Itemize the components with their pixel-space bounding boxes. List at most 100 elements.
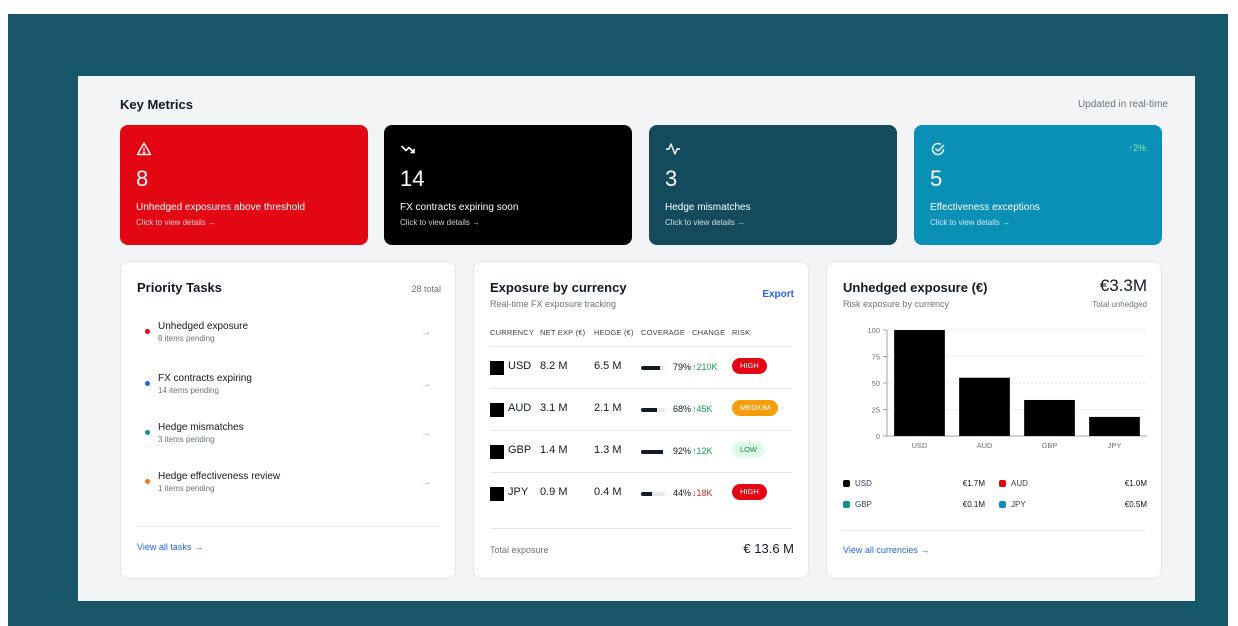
status-dot xyxy=(145,430,150,435)
task-count: 1 items pending xyxy=(158,484,215,493)
metric-label: Hedge mismatches xyxy=(665,202,751,213)
task-title: FX contracts expiring xyxy=(158,373,252,384)
task-count: 3 items pending xyxy=(158,435,215,444)
trend-badge: ↑2% xyxy=(1128,143,1146,153)
export-button[interactable]: Export xyxy=(762,289,794,300)
legend-swatch xyxy=(843,480,850,487)
check-circle-icon xyxy=(931,142,945,156)
task-item[interactable]: FX contracts expiring 14 items pending → xyxy=(137,371,439,411)
metric-details-link[interactable]: Click to view details → xyxy=(930,218,1010,227)
net-exposure: 3.1 M xyxy=(540,402,568,414)
divider xyxy=(843,530,1145,531)
dashboard-frame: Key Metrics Updated in real-time 8 Unhed… xyxy=(8,14,1228,626)
table-row[interactable]: GBP 1.4 M 1.3 M 92% ↑12K LOW xyxy=(490,432,793,472)
unhedged-exposure-card: Unhedged exposure (€) Risk exposure by c… xyxy=(826,261,1162,579)
table-row[interactable]: AUD 3.1 M 2.1 M 68% ↑45K MEDIUM xyxy=(490,390,793,430)
task-title: Hedge mismatches xyxy=(158,422,244,433)
coverage-bar-fill xyxy=(641,408,658,412)
legend-swatch xyxy=(999,480,1006,487)
hedge-value: 1.3 M xyxy=(594,444,622,456)
legend-item: AUD xyxy=(999,479,1028,488)
net-exposure: 0.9 M xyxy=(540,486,568,498)
key-metrics-title: Key Metrics xyxy=(120,97,193,112)
metric-card-unhedged[interactable]: 8 Unhedged exposures above threshold Cli… xyxy=(120,125,368,245)
status-dot xyxy=(145,381,150,386)
hedge-value: 0.4 M xyxy=(594,486,622,498)
total-exposure-value: € 13.6 M xyxy=(743,541,794,556)
total-unhedged-value: €3.3M xyxy=(1099,276,1147,295)
column-header: CHANGE xyxy=(692,328,726,337)
card-title: Exposure by currency xyxy=(490,280,627,295)
coverage-bar xyxy=(641,366,665,370)
flag-icon xyxy=(490,403,504,417)
arrow-right-icon: → xyxy=(421,327,431,338)
trending-down-icon xyxy=(400,145,415,154)
divider xyxy=(490,430,792,431)
metric-value: 5 xyxy=(930,166,943,191)
status-dot xyxy=(145,329,150,334)
risk-badge: MEDIUM xyxy=(732,400,779,416)
divider xyxy=(490,528,792,529)
coverage-bar-fill xyxy=(641,492,652,496)
x-tick-label: GBP xyxy=(1042,441,1058,450)
net-exposure: 8.2 M xyxy=(540,360,568,372)
total-unhedged-label: Total unhedged xyxy=(1092,300,1147,309)
total-exposure-label: Total exposure xyxy=(490,545,549,555)
activity-icon xyxy=(666,143,680,155)
column-header: COVERAGE xyxy=(641,328,686,337)
coverage-percent: 92% xyxy=(673,446,692,456)
risk-badge: HIGH xyxy=(732,358,767,374)
exposure-by-currency-card: Exposure by currency Real-time FX exposu… xyxy=(473,261,809,579)
task-count: 14 items pending xyxy=(158,386,219,395)
legend-label: GBP xyxy=(855,500,872,509)
task-item[interactable]: Hedge mismatches 3 items pending → xyxy=(137,420,439,460)
task-item[interactable]: Hedge effectiveness review 1 items pendi… xyxy=(137,469,439,509)
metric-label: FX contracts expiring soon xyxy=(400,202,519,213)
coverage-percent: 44% xyxy=(673,488,692,498)
metric-label: Unhedged exposures above threshold xyxy=(136,202,306,213)
task-count: 8 items pending xyxy=(158,334,215,343)
unhedged-bar-chart: 0 25 50 75 100 USD AUD GBP JPY xyxy=(867,326,1147,450)
card-subtitle: Risk exposure by currency xyxy=(843,299,950,309)
table-row[interactable]: JPY 0.9 M 0.4 M 44% ↓18K HIGH xyxy=(490,474,793,514)
legend-swatch xyxy=(999,501,1006,508)
view-all-tasks-link[interactable]: View all tasks → xyxy=(137,542,203,552)
metric-card-effectiveness[interactable]: ↑2% 5 Effectiveness exceptions Click to … xyxy=(914,125,1162,245)
card-title: Priority Tasks xyxy=(137,280,223,295)
hedge-value: 6.5 M xyxy=(594,360,622,372)
task-title: Hedge effectiveness review xyxy=(158,471,281,482)
metric-details-link[interactable]: Click to view details → xyxy=(400,218,480,227)
metric-details-link[interactable]: Click to view details → xyxy=(665,218,745,227)
change-value: ↓18K xyxy=(692,488,713,498)
metric-card-hedge-mismatches[interactable]: 3 Hedge mismatches Click to view details… xyxy=(649,125,897,245)
metric-label: Effectiveness exceptions xyxy=(930,202,1040,213)
table-row[interactable]: USD 8.2 M 6.5 M 79% ↑210K HIGH xyxy=(490,348,793,388)
flag-icon xyxy=(490,445,504,459)
metric-details-link[interactable]: Click to view details → xyxy=(136,218,216,227)
view-all-currencies-link[interactable]: View all currencies → xyxy=(843,545,929,555)
coverage-bar-fill xyxy=(641,366,660,370)
y-tick-label: 75 xyxy=(872,353,880,362)
legend-value: €1.0M xyxy=(1124,479,1147,488)
metric-card-fx-expiring[interactable]: 14 FX contracts expiring soon Click to v… xyxy=(384,125,632,245)
legend-value: €0.1M xyxy=(962,500,985,509)
hedge-value: 2.1 M xyxy=(594,402,622,414)
column-header: HEDGE (€) xyxy=(594,328,634,337)
flag-icon xyxy=(490,361,504,375)
change-value: ↑45K xyxy=(692,404,713,414)
legend-label: JPY xyxy=(1011,500,1026,509)
coverage-percent: 79% xyxy=(673,362,692,372)
column-header: CURRENCY xyxy=(490,328,535,337)
divider xyxy=(490,346,792,347)
task-item[interactable]: Unhedged exposure 8 items pending → xyxy=(137,319,439,359)
tasks-total: 28 total xyxy=(411,284,441,294)
metric-value: 14 xyxy=(400,166,425,191)
x-tick-label: JPY xyxy=(1108,441,1122,450)
legend-value: €0.5M xyxy=(1124,500,1147,509)
y-tick-label: 100 xyxy=(867,326,880,335)
arrow-right-icon: → xyxy=(421,428,431,439)
metric-value: 8 xyxy=(136,166,149,191)
card-title: Unhedged exposure (€) xyxy=(843,280,988,295)
legend-label: USD xyxy=(855,479,872,488)
risk-badge: LOW xyxy=(732,442,766,458)
